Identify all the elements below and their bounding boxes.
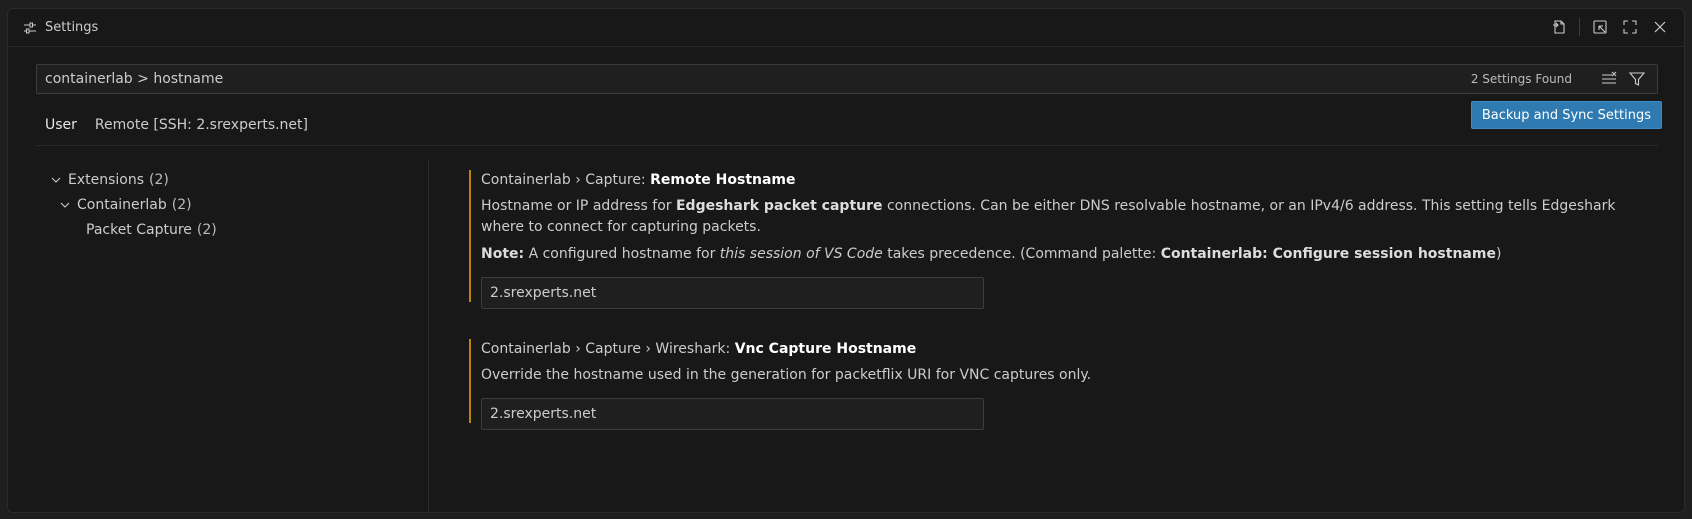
desc-bold-text: Edgeshark packet capture [675,198,883,214]
title-bar: Settings [8,9,1684,47]
toc-item-count: (2) [196,221,217,238]
setting-content: Containerlab › Capture › Wireshark: Vnc … [481,339,1659,430]
open-json-icon[interactable] [1549,17,1569,37]
backup-sync-button[interactable]: Backup and Sync Settings [1470,101,1662,129]
setting-description: Override the hostname used in the genera… [481,367,1092,383]
setting-name: Remote Hostname [650,172,796,188]
setting-title: Containerlab › Capture: Remote Hostname [481,170,1659,190]
toc-item-label: Containerlab [77,196,167,213]
setting-category: Containerlab › Capture › Wireshark: [481,341,735,357]
toc-item-label: Extensions [68,171,145,188]
toc-item-extensions[interactable]: Extensions (2) [48,167,428,192]
tab-user[interactable]: User [36,111,86,146]
chevron-down-icon [57,197,73,213]
search-result-count: 2 Settings Found [1470,72,1572,86]
settings-window: Settings containerlab > hostname 2 Setti… [7,8,1685,513]
title-actions [1549,17,1670,37]
note-command-text: Containerlab: Configure session hostname [1160,246,1496,262]
window-title: Settings [45,20,99,35]
modified-indicator-bar [469,339,471,423]
toc-item-count: (2) [171,196,192,213]
setting-remote-hostname: Containerlab › Capture: Remote Hostname … [469,170,1659,309]
vnc-capture-hostname-input[interactable] [481,398,984,430]
note-italic-text: this session of VS Code [719,246,883,262]
setting-name: Vnc Capture Hostname [734,341,917,357]
close-icon[interactable] [1650,17,1670,37]
settings-scope-tabs: User Remote [SSH: 2.srexperts.net] [36,111,317,146]
clear-filter-icon[interactable] [1600,70,1618,88]
setting-category: Containerlab › Capture: [481,172,651,188]
filter-icon[interactable] [1628,70,1646,88]
toc-item-packet-capture[interactable]: Packet Capture (2) [48,217,428,242]
note-text: takes precedence. (Command palette: [882,246,1161,262]
settings-search-box: 2 Settings Found [36,64,1658,94]
toc-item-label: Packet Capture [86,221,192,238]
title-actions-separator [1579,18,1580,36]
setting-content: Containerlab › Capture: Remote Hostname … [481,170,1659,309]
toc-content-divider [428,161,429,512]
chevron-down-icon [48,172,64,188]
settings-toc-tree: Extensions (2) Containerlab (2) Packet C… [48,167,428,242]
note-label: Note: [481,246,525,262]
settings-search-input[interactable] [37,65,1337,93]
setting-note: Note: A configured hostname for this ses… [481,244,1659,265]
open-settings-editor-icon[interactable] [1590,17,1610,37]
setting-description: Hostname or IP address for Edgeshark pac… [481,196,1659,238]
modified-indicator-bar [469,170,471,302]
setting-vnc-capture-hostname: Containerlab › Capture › Wireshark: Vnc … [469,339,1659,430]
toc-item-containerlab[interactable]: Containerlab (2) [48,192,428,217]
toc-item-count: (2) [149,171,169,188]
note-text: A configured hostname for [524,246,720,262]
desc-text: Hostname or IP address for [481,198,676,214]
tabs-underline-divider [36,145,1658,146]
tab-remote[interactable]: Remote [SSH: 2.srexperts.net] [86,111,317,145]
settings-sliders-icon [23,20,37,34]
maximize-icon[interactable] [1620,17,1640,37]
remote-hostname-input[interactable] [481,277,984,309]
setting-title: Containerlab › Capture › Wireshark: Vnc … [481,339,1659,359]
note-text: ) [1495,246,1502,262]
